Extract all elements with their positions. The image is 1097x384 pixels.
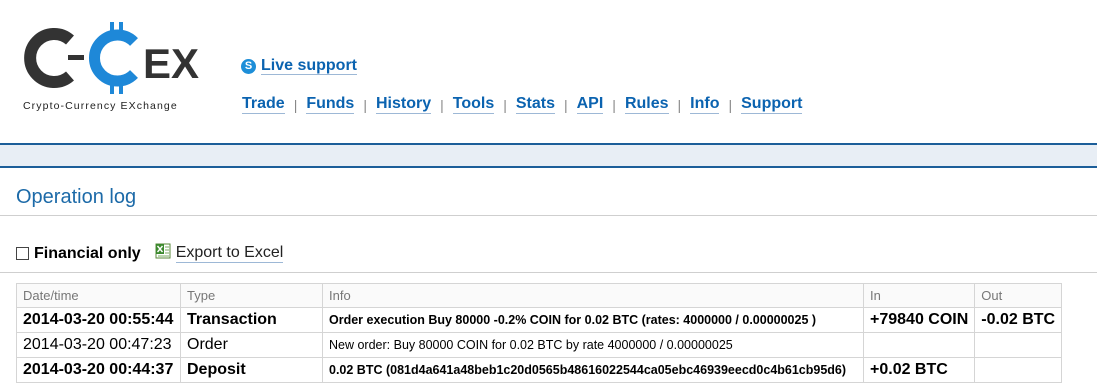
column-header-info: Info — [322, 283, 864, 308]
cell-datetime: 2014-03-20 00:55:44 — [16, 307, 181, 333]
nav-info[interactable]: Info — [690, 95, 720, 114]
cell-type: Transaction — [180, 307, 323, 333]
log-controls: Financial only Export to Excel — [16, 243, 284, 263]
cell-type: Deposit — [180, 357, 323, 383]
main-nav: Trade | Funds | History | Tools | Stats … — [242, 95, 803, 114]
column-header-out: Out — [974, 283, 1063, 308]
cell-info: New order: Buy 80000 COIN for 0.02 BTC b… — [322, 332, 864, 358]
nav-history[interactable]: History — [375, 95, 432, 114]
nav-support[interactable]: Support — [741, 95, 803, 114]
cell-out — [974, 332, 1063, 358]
nav-separator: | — [728, 96, 733, 113]
column-header-in: In — [862, 283, 976, 308]
live-support-label[interactable]: Live support — [261, 57, 358, 75]
nav-stats[interactable]: Stats — [515, 95, 555, 114]
logo-subtitle: Crypto-Currency EXchange — [23, 100, 178, 112]
table-header-row: Date/time Type Info In Out — [16, 283, 1063, 308]
nav-separator: | — [440, 96, 444, 113]
nav-separator: | — [563, 96, 568, 113]
cell-info: 0.02 BTC (081d4a641a48beb1c20d0565b48616… — [322, 357, 864, 383]
cell-datetime: 2014-03-20 00:44:37 — [16, 357, 181, 383]
cell-out — [974, 357, 1063, 383]
skype-icon: S — [241, 58, 256, 74]
cell-in — [862, 332, 976, 358]
column-header-type: Type — [180, 283, 323, 308]
nav-separator: | — [503, 96, 507, 113]
header-bar — [0, 143, 1097, 168]
cell-in: +0.02 BTC — [862, 357, 976, 383]
financial-only-label[interactable]: Financial only — [34, 245, 141, 263]
site-logo[interactable]: EX Crypto-Currency EXchange — [18, 18, 208, 118]
nav-separator: | — [677, 96, 682, 113]
operation-log-table: Date/time Type Info In Out 2014-03-20 00… — [16, 283, 1063, 383]
nav-funds[interactable]: Funds — [306, 95, 355, 114]
column-header-datetime: Date/time — [16, 283, 181, 308]
page-title: Operation log — [16, 186, 137, 208]
logo-ex-text: EX — [143, 40, 199, 87]
export-excel-label[interactable]: Export to Excel — [175, 244, 284, 263]
cell-type: Order — [180, 332, 323, 358]
table-row: 2014-03-20 00:47:23 Order New order: Buy… — [16, 332, 1063, 358]
nav-separator: | — [363, 96, 367, 113]
logo-graphic: EX — [24, 22, 199, 94]
nav-rules[interactable]: Rules — [624, 95, 669, 114]
nav-separator: | — [293, 96, 298, 113]
nav-api[interactable]: API — [576, 95, 604, 114]
table-row: 2014-03-20 00:55:44 Transaction Order ex… — [16, 307, 1063, 333]
table-row: 2014-03-20 00:44:37 Deposit 0.02 BTC (08… — [16, 357, 1063, 383]
cell-out: -0.02 BTC — [974, 307, 1063, 333]
cell-datetime: 2014-03-20 00:47:23 — [16, 332, 181, 358]
cell-in: +79840 COIN — [862, 307, 976, 333]
nav-separator: | — [612, 96, 616, 113]
nav-tools[interactable]: Tools — [452, 95, 495, 114]
divider — [0, 215, 1097, 216]
excel-icon — [155, 243, 171, 258]
divider — [0, 272, 1097, 273]
financial-only-checkbox[interactable] — [16, 247, 29, 260]
nav-trade[interactable]: Trade — [242, 95, 285, 114]
live-support-link[interactable]: S Live support — [241, 57, 358, 75]
export-excel-link[interactable]: Export to Excel — [155, 243, 284, 263]
cell-info: Order execution Buy 80000 -0.2% COIN for… — [322, 307, 864, 333]
